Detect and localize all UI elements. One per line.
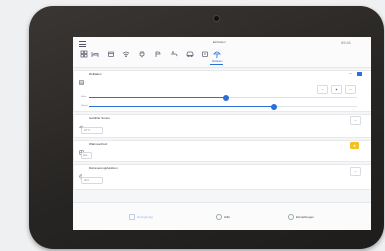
- tool-box-icon[interactable]: [200, 49, 210, 59]
- menu-icon[interactable]: [79, 41, 86, 47]
- slider2-label: Winkel: [81, 105, 88, 107]
- undo-button[interactable]: Rückgängig: [129, 211, 153, 223]
- screen-title: Einheiten: [213, 40, 226, 44]
- tool-bed-icon[interactable]: [90, 49, 100, 59]
- undo-label: Rückgängig: [137, 215, 153, 219]
- blinds-icon: [79, 72, 84, 90]
- top-bar: Einheiten 09:41 Rollladen: [73, 37, 371, 68]
- feels-like-sun-toggle[interactable]: [350, 116, 361, 125]
- blinds-down-button[interactable]: [345, 85, 356, 94]
- tool-grid-icon[interactable]: [79, 49, 89, 59]
- feels-like-sun-label: Gefühlte Sonne: [89, 116, 110, 120]
- heat-protection-warning-button[interactable]: [350, 142, 359, 149]
- front-camera: [213, 15, 220, 22]
- tool-box-icon[interactable]: [106, 49, 116, 59]
- tablet-screen: Einheiten 09:41 Rollladen Rollladen Höhe…: [73, 37, 371, 230]
- twilight-toggle[interactable]: [350, 167, 361, 176]
- feels-like-sun-value[interactable]: 18 °C: [81, 127, 103, 134]
- settings-button[interactable]: Einstellungen: [288, 211, 314, 223]
- slider1-handle[interactable]: [222, 94, 229, 101]
- help-label: Hilfe: [224, 215, 231, 219]
- heat-protection-label: Wärmeschutz: [89, 142, 108, 146]
- tool-car-icon[interactable]: [185, 49, 195, 59]
- bottom-bar: Rückgängig Hilfe Einstellungen: [73, 202, 371, 230]
- tool-shower-icon[interactable]: [153, 49, 163, 59]
- blinds-status-icon: [357, 72, 362, 76]
- tool-plug-icon[interactable]: [137, 49, 147, 59]
- help-button[interactable]: Hilfe: [216, 211, 230, 223]
- twilight-label: Dämmerungsfunktion: [89, 166, 118, 170]
- clock: 09:41: [341, 40, 352, 45]
- tool-faucet-icon[interactable]: [169, 49, 179, 59]
- slider2-handle[interactable]: [270, 103, 277, 110]
- slider1-label: Höhe: [81, 96, 87, 98]
- gear-icon: [288, 214, 294, 220]
- twilight-value[interactable]: 20 lx: [81, 177, 103, 184]
- slider2-fill: [89, 106, 274, 108]
- settings-label: Einstellungen: [296, 215, 315, 219]
- heat-protection-value[interactable]: Aus: [81, 152, 92, 159]
- help-icon: [216, 214, 222, 220]
- blinds-stop-button[interactable]: [331, 85, 342, 94]
- tool-umbrella-icon[interactable]: [212, 49, 222, 59]
- rollladen-title: Rollladen: [89, 72, 102, 76]
- active-tab-indicator: [210, 64, 223, 65]
- feels-like-sun-card: [73, 114, 371, 138]
- slider1-fill: [89, 97, 226, 99]
- tool-wifi-icon[interactable]: [121, 49, 131, 59]
- undo-icon: [129, 214, 135, 220]
- options-icon[interactable]: [347, 71, 353, 76]
- heat-protection-card: [73, 140, 371, 162]
- active-tool-label: Rollladen: [212, 60, 223, 63]
- blinds-up-button[interactable]: [317, 85, 328, 94]
